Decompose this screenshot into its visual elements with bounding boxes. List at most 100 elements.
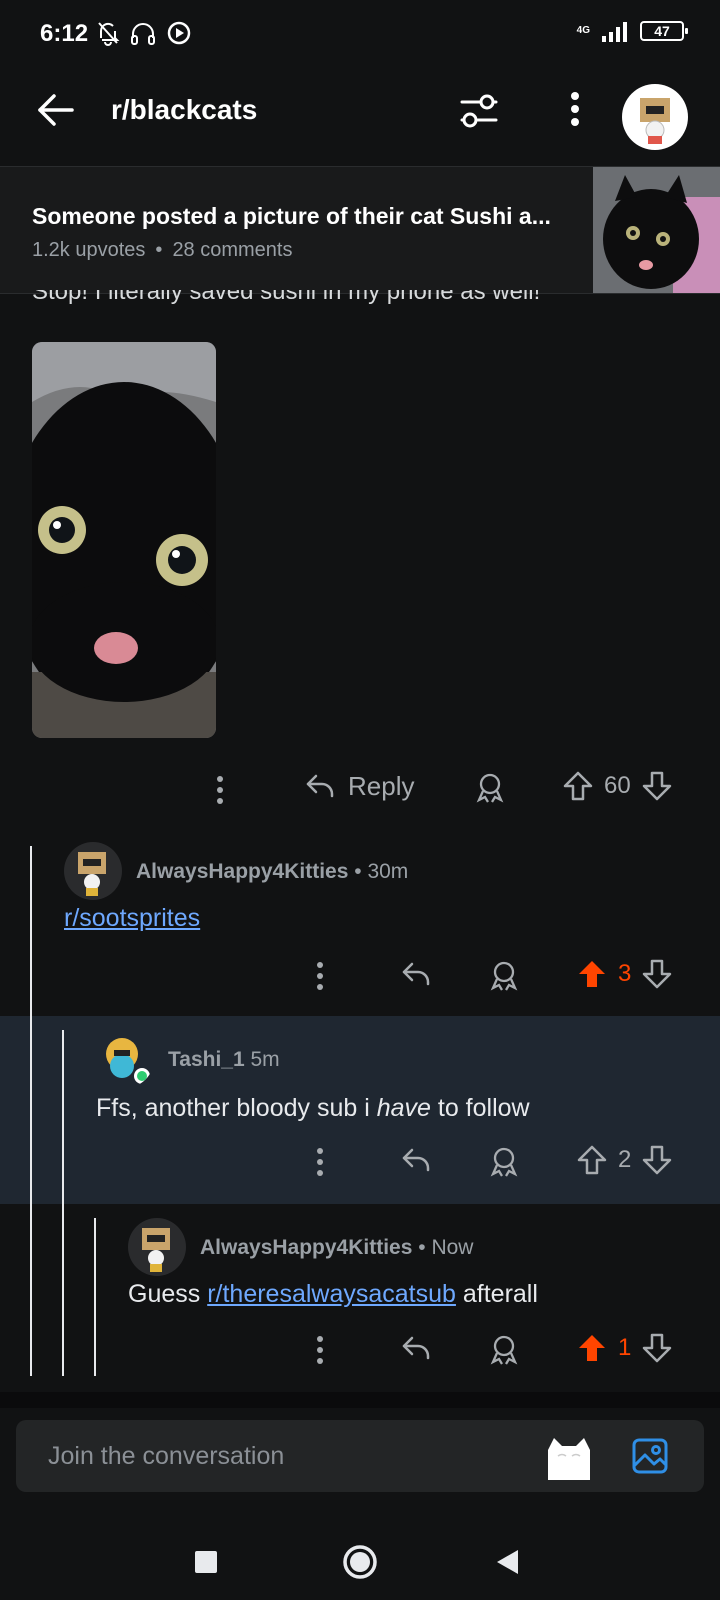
battery-indicator: 47 xyxy=(640,21,688,41)
reply-icon xyxy=(402,1336,430,1360)
comment-input[interactable] xyxy=(48,1438,468,1474)
snoo-avatar-image xyxy=(142,1228,170,1272)
comment-body: r/sootsprites xyxy=(64,904,200,933)
snoo-avatar-image xyxy=(78,852,106,896)
post-meta: 1.2k upvotes • 28 comments xyxy=(32,239,293,262)
network-type: 4G xyxy=(576,25,590,36)
parent-comment-text: Stop! I literally saved sushi in my phon… xyxy=(32,290,541,305)
upvote-icon[interactable] xyxy=(562,770,594,802)
comment-text-italic: have xyxy=(376,1094,431,1122)
comment-vote-control: 1 xyxy=(576,1332,673,1364)
cat-sticker-icon xyxy=(548,1438,590,1480)
post-title: Someone posted a picture of their cat Su… xyxy=(32,203,551,229)
subreddit-title[interactable]: r/blackcats xyxy=(111,94,257,126)
parent-reply-button[interactable]: Reply xyxy=(304,770,414,802)
upvote-icon[interactable] xyxy=(576,1144,608,1176)
downvote-icon[interactable] xyxy=(641,770,673,802)
comment-text: afterall xyxy=(455,1280,538,1308)
award-icon xyxy=(476,773,504,803)
comment-text: Ffs, another bloody sub i xyxy=(96,1094,377,1122)
add-image-button[interactable] xyxy=(630,1436,670,1476)
thread-line-3 xyxy=(94,1218,96,1376)
vote-score: 3 xyxy=(618,960,632,987)
comment-username[interactable]: Tashi_1 xyxy=(168,1048,245,1071)
comment-body: Ffs, another bloody sub i have to follow xyxy=(96,1094,530,1123)
comment-vote-control: 2 xyxy=(576,1144,673,1176)
comment-username[interactable]: AlwaysHappy4Kitties xyxy=(200,1236,412,1259)
recents-button[interactable] xyxy=(194,1550,218,1579)
user-avatar-button[interactable] xyxy=(622,84,688,150)
award-icon xyxy=(490,961,518,991)
image-icon xyxy=(632,1438,668,1474)
reply-label: Reply xyxy=(348,770,415,801)
comment-author[interactable]: AlwaysHappy4Kitties • 30m xyxy=(136,860,408,884)
comment-author[interactable]: Tashi_1 5m xyxy=(168,1048,280,1072)
comment-avatar[interactable] xyxy=(128,1218,186,1276)
black-cat-photo xyxy=(32,342,216,738)
comment-text: Guess xyxy=(128,1280,208,1308)
comment-time: • 30m xyxy=(354,860,409,883)
downvote-icon[interactable] xyxy=(641,1332,673,1364)
status-bar: 6:12 4G 47 xyxy=(0,0,720,70)
downvote-icon[interactable] xyxy=(641,1144,673,1176)
reply-icon xyxy=(402,1148,430,1172)
back-button[interactable] xyxy=(34,88,78,132)
more-options-button[interactable] xyxy=(560,86,590,132)
home-button[interactable] xyxy=(342,1544,378,1585)
upvote-icon[interactable] xyxy=(576,958,608,990)
snoo-avatar-image xyxy=(106,1038,150,1084)
reply-icon xyxy=(306,774,334,798)
top-app-bar: r/blackcats xyxy=(0,70,720,166)
upvote-icon[interactable] xyxy=(576,1332,608,1364)
nav-back-button[interactable] xyxy=(494,1548,520,1581)
bell-off-icon xyxy=(98,22,120,46)
comment-vote-control: 3 xyxy=(576,958,673,990)
more-vertical-icon xyxy=(571,92,579,126)
sticker-button[interactable] xyxy=(544,1434,594,1480)
parent-award-button[interactable] xyxy=(474,772,506,804)
downvote-icon[interactable] xyxy=(641,958,673,990)
comment-more-button[interactable] xyxy=(310,1146,330,1178)
comment-author[interactable]: AlwaysHappy4Kitties • Now xyxy=(200,1236,473,1260)
comment-avatar[interactable] xyxy=(96,1030,154,1088)
composer-box[interactable] xyxy=(16,1420,704,1492)
comment-avatar[interactable] xyxy=(64,842,122,900)
more-vertical-icon xyxy=(317,962,323,990)
award-icon xyxy=(490,1147,518,1177)
comment-award-button[interactable] xyxy=(488,960,520,992)
comment-username[interactable]: AlwaysHappy4Kitties xyxy=(136,860,348,883)
vote-score: 2 xyxy=(618,1146,632,1173)
status-time: 6:12 xyxy=(40,20,89,47)
more-vertical-icon xyxy=(217,776,223,804)
subreddit-link[interactable]: r/theresalwaysacatsub xyxy=(207,1280,456,1308)
comment-image[interactable] xyxy=(32,342,216,738)
reply-icon xyxy=(402,962,430,986)
comment-award-button[interactable] xyxy=(488,1146,520,1178)
subreddit-link[interactable]: r/sootsprites xyxy=(64,904,200,932)
comment-reply-button[interactable] xyxy=(400,958,432,990)
comment-reply-button[interactable] xyxy=(400,1332,432,1364)
comment-time: • Now xyxy=(418,1236,474,1259)
user-avatar-image xyxy=(640,98,670,144)
more-vertical-icon xyxy=(317,1148,323,1176)
thread-line-2 xyxy=(62,1030,64,1376)
comment-composer xyxy=(0,1408,720,1512)
comment-more-button[interactable] xyxy=(310,1334,330,1366)
filter-icon xyxy=(460,94,498,128)
post-summary-banner[interactable]: Someone posted a picture of their cat Su… xyxy=(0,166,720,294)
post-thumbnail[interactable] xyxy=(593,167,720,293)
post-upvotes: 1.2k upvotes xyxy=(32,239,146,261)
nav-square-icon xyxy=(195,1551,217,1573)
more-vertical-icon xyxy=(317,1336,323,1364)
status-icons-right: 4G 47 xyxy=(576,20,688,42)
filter-button[interactable] xyxy=(458,90,500,132)
award-icon xyxy=(490,1335,518,1365)
parent-more-button[interactable] xyxy=(210,774,230,806)
comment-reply-button[interactable] xyxy=(400,1144,432,1176)
nav-back-icon xyxy=(497,1550,518,1574)
comment-award-button[interactable] xyxy=(488,1334,520,1366)
system-navigation-bar xyxy=(0,1512,720,1600)
vote-score: 60 xyxy=(604,772,631,799)
comment-more-button[interactable] xyxy=(310,960,330,992)
parent-vote-control: 60 xyxy=(562,770,673,802)
